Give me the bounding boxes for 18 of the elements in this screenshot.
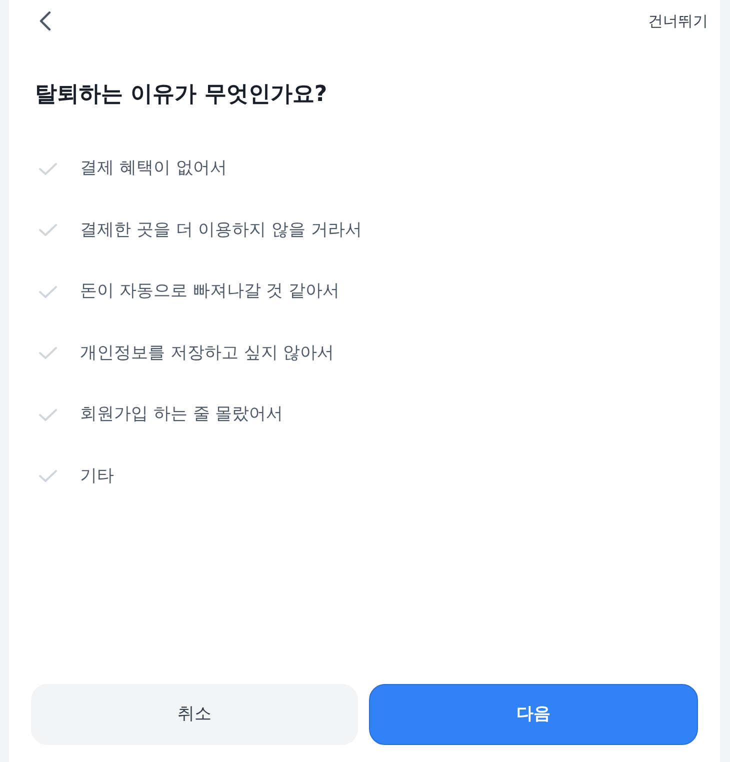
check-icon[interactable] (38, 469, 58, 484)
check-icon[interactable] (38, 284, 58, 299)
back-button[interactable] (37, 10, 53, 32)
check-icon[interactable] (38, 346, 58, 360)
check-icon[interactable] (38, 162, 58, 176)
check-icon[interactable] (38, 223, 58, 238)
option-label[interactable]: 개인정보를 저장하고 싶지 않아서 (80, 340, 334, 366)
cancel-button[interactable]: 취소 (31, 684, 358, 745)
back-chevron-icon (39, 11, 51, 31)
skip-link[interactable]: 건너뛰기 (648, 10, 708, 32)
option-label[interactable]: 돈이 자동으로 빠져나갈 것 같아서 (80, 279, 340, 304)
option-label[interactable]: 결제한 곳을 더 이용하지 않을 거라서 (80, 218, 362, 243)
check-icon[interactable] (38, 408, 58, 422)
next-button[interactable]: 다음 (369, 684, 698, 745)
option-label[interactable]: 결제 혜택이 없어서 (80, 156, 227, 182)
page-title: 탈퇴하는 이유가 무엇인가요? (35, 81, 328, 109)
option-label[interactable]: 기타 (80, 464, 114, 489)
option-label[interactable]: 회원가입 하는 줄 몰랐어서 (80, 402, 284, 428)
